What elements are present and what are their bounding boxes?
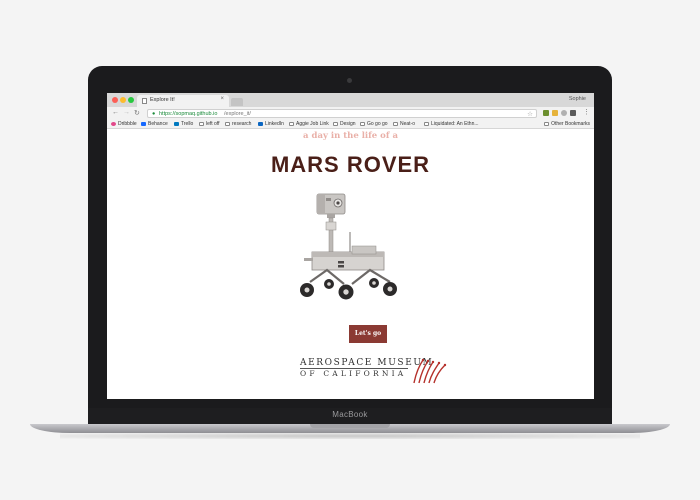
bookmark-label: LinkedIn xyxy=(265,121,284,127)
bookmark-label: Neat-o xyxy=(400,121,416,127)
bookmark-behance[interactable]: Behance xyxy=(141,121,168,127)
folder-icon xyxy=(333,121,338,126)
bookmarks-bar: Dribbble Behance Trello left off researc… xyxy=(107,120,594,129)
bookmark-label: Behance xyxy=(148,121,168,127)
bookmark-label: Liquidated: An Ethn... xyxy=(431,121,479,127)
trello-icon xyxy=(174,121,179,126)
bookmark-label: Design xyxy=(340,121,356,127)
laptop-screen: Explore It! × Sophie ← → ↻ ● https://sop… xyxy=(107,93,594,399)
tab-title: Explore It! xyxy=(150,97,175,103)
menu-icon[interactable]: ⋮ xyxy=(583,108,590,116)
stage: Explore It! × Sophie ← → ↻ ● https://sop… xyxy=(0,0,700,500)
linkedin-icon xyxy=(258,121,263,126)
bookmark-label: Aggie Job Link xyxy=(296,121,329,127)
page-subtitle: a day in the life of a xyxy=(303,131,398,141)
behance-icon xyxy=(141,121,146,126)
tab-explore-it[interactable]: Explore It! × xyxy=(137,95,229,107)
bookmark-aggie-job-link[interactable]: Aggie Job Link xyxy=(289,121,329,127)
minimize-window-button[interactable] xyxy=(120,97,126,103)
laptop-chin: MacBook xyxy=(88,408,612,424)
bookmark-dribbble[interactable]: Dribbble xyxy=(111,121,137,127)
bookmark-go-go-go[interactable]: Go go go xyxy=(360,121,388,127)
reload-icon[interactable]: ↻ xyxy=(134,109,140,117)
laptop-shadow xyxy=(60,433,640,439)
extension-icon[interactable] xyxy=(552,110,558,116)
bookmark-neat-o[interactable]: Neat-o xyxy=(393,121,415,127)
bookmark-label: Go go go xyxy=(367,121,388,127)
folder-icon xyxy=(544,121,550,126)
page-icon xyxy=(424,121,429,126)
browser-toolbar: ← → ↻ ● https://sopmaq.github.io /explor… xyxy=(107,107,594,120)
bookmark-design[interactable]: Design xyxy=(333,121,356,127)
folder-icon xyxy=(199,121,204,126)
forward-icon[interactable]: → xyxy=(123,109,130,116)
address-bar[interactable]: ● https://sopmaq.github.io /explore_it/ … xyxy=(147,109,537,118)
folder-icon xyxy=(393,121,398,126)
other-bookmarks[interactable]: Other Bookmarks xyxy=(544,121,590,127)
url-path: /explore_it/ xyxy=(224,111,251,117)
rocket-trails-icon xyxy=(413,358,447,384)
bookmark-left-off[interactable]: left off xyxy=(199,121,220,127)
device-label: MacBook xyxy=(332,410,368,419)
mars-rover-illustration xyxy=(300,193,397,300)
folder-icon xyxy=(360,121,365,126)
lock-icon: ● xyxy=(152,111,156,117)
tab-close-icon[interactable]: × xyxy=(220,96,224,102)
close-window-button[interactable] xyxy=(112,97,118,103)
dribbble-icon xyxy=(111,121,116,126)
bookmark-research[interactable]: research xyxy=(225,121,251,127)
lets-go-button[interactable]: Let's go xyxy=(349,325,387,343)
page-icon xyxy=(289,121,294,126)
extension-icon[interactable] xyxy=(543,110,549,116)
extension-icon[interactable] xyxy=(561,110,567,116)
bookmark-star-icon[interactable]: ☆ xyxy=(527,110,533,118)
page-title: MARS ROVER xyxy=(270,152,431,177)
folder-icon xyxy=(225,121,230,126)
url-origin: https://sopmaq.github.io xyxy=(159,111,218,117)
other-bookmarks-label: Other Bookmarks xyxy=(551,121,590,127)
profile-name[interactable]: Sophie xyxy=(569,96,586,102)
bookmark-label: Dribbble xyxy=(118,121,137,127)
bookmark-liquidated[interactable]: Liquidated: An Ethn... xyxy=(424,121,479,127)
bookmark-linkedin[interactable]: LinkedIn xyxy=(258,121,284,127)
maximize-window-button[interactable] xyxy=(128,97,134,103)
bookmark-label: left off xyxy=(206,121,220,127)
aerospace-museum-logo[interactable]: AEROSPACE MUSEUM OF CALIFORNIA xyxy=(300,358,450,386)
laptop-notch xyxy=(310,424,390,428)
back-icon[interactable]: ← xyxy=(112,109,119,116)
camera-icon xyxy=(347,78,352,83)
bookmark-label: research xyxy=(232,121,252,127)
logo-line-2: OF CALIFORNIA xyxy=(300,369,407,378)
browser-tabstrip: Explore It! × Sophie xyxy=(107,93,594,107)
page-icon xyxy=(142,98,147,104)
new-tab-button[interactable] xyxy=(231,98,243,106)
extension-icon[interactable] xyxy=(570,110,576,116)
bookmark-trello[interactable]: Trello xyxy=(174,121,193,127)
bookmark-label: Trello xyxy=(181,121,194,127)
page-content: a day in the life of a MARS ROVER Let's … xyxy=(107,129,594,399)
